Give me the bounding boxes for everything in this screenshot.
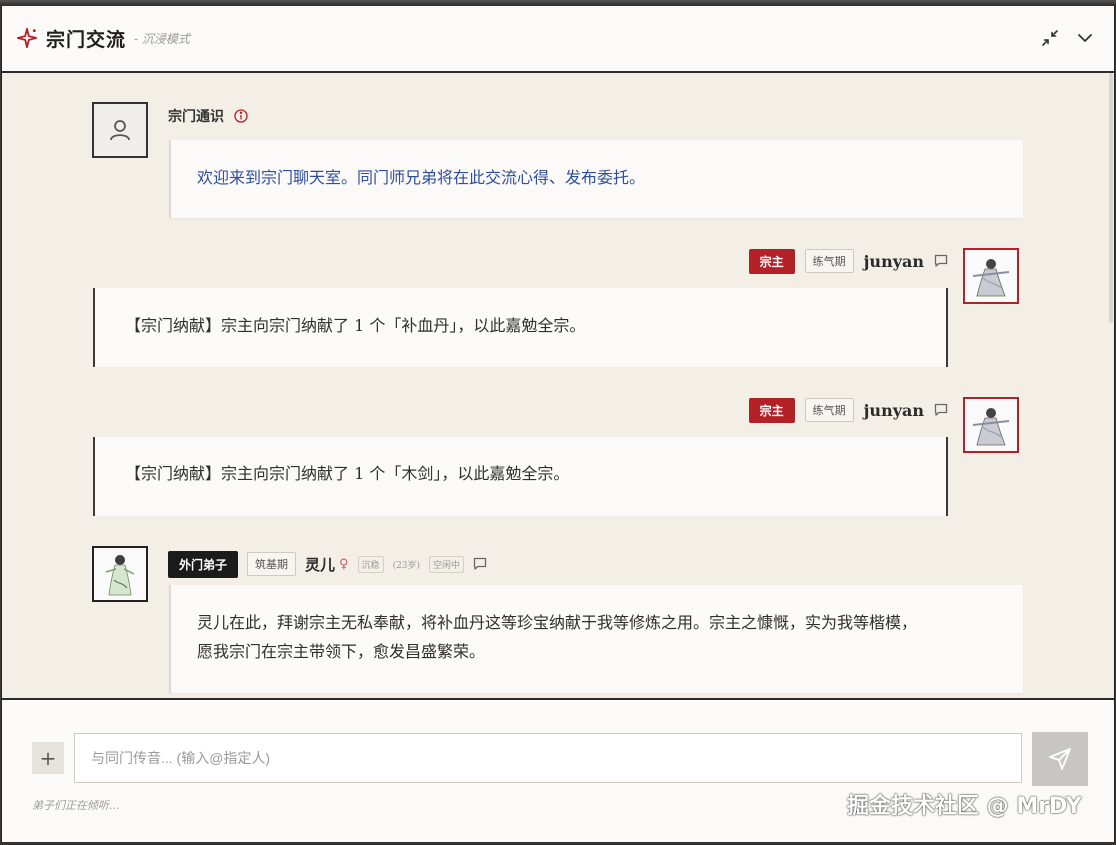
- avatar[interactable]: [963, 248, 1019, 304]
- watermark: 掘金技术社区 @ MrDY: [847, 794, 1082, 819]
- collapse-button[interactable]: [1073, 26, 1097, 50]
- username[interactable]: 灵儿: [305, 554, 335, 575]
- username[interactable]: junyan: [864, 252, 924, 271]
- plus-icon: +: [39, 746, 57, 770]
- realm-badge: 练气期: [804, 249, 854, 273]
- page-title: 宗门交流: [46, 29, 127, 51]
- send-button[interactable]: [1032, 732, 1088, 786]
- message-text: 愿我宗门在宗主带领下，愈发昌盛繁荣。: [197, 642, 486, 661]
- chevron-down-icon: [1078, 34, 1092, 42]
- username-group: 灵儿 ♀: [305, 554, 349, 575]
- scrollbar[interactable]: [1109, 73, 1113, 323]
- sparkle-icon: [16, 27, 38, 49]
- header-bar: 宗门交流 - 沉浸模式: [2, 6, 1114, 73]
- message-bubble: 灵儿在此，拜谢宗主无私奉献，将补血丹这等珍宝纳献于我等修炼之用。宗主之慷慨，实为…: [169, 585, 1023, 693]
- system-message-bubble: 欢迎来到宗门聊天室。同门师兄弟将在此交流心得、发布委托。: [169, 140, 1023, 218]
- system-message-text: 欢迎来到宗门聊天室。同门师兄弟将在此交流心得、发布委托。: [197, 168, 646, 187]
- send-icon: [1049, 748, 1071, 770]
- listening-status: 弟子们正在倾听...: [32, 799, 120, 812]
- realm-badge: 练气期: [804, 398, 854, 422]
- message-input[interactable]: [74, 733, 1022, 783]
- status-tag: 空闲中: [429, 555, 465, 573]
- comment-icon[interactable]: [934, 254, 948, 268]
- system-meta: 宗门通识: [168, 104, 248, 128]
- composer-bar: + 弟子们正在倾听... 掘金技术社区 @ MrDY: [2, 698, 1114, 844]
- role-badge: 宗主: [748, 248, 795, 274]
- minimize-button[interactable]: [1038, 26, 1062, 50]
- chat-window: 宗门交流 - 沉浸模式 宗门通识 欢迎来到宗门聊天室。同门师兄弟将在此交流心得、…: [1, 6, 1115, 844]
- message-bubble: 【宗门纳献】宗主向宗门纳献了 1 个「木剑」，以此嘉勉全宗。: [93, 437, 948, 516]
- character-portrait: [965, 399, 1017, 451]
- realm-badge: 筑基期: [247, 552, 297, 576]
- message-text: 【宗门纳献】宗主向宗门纳献了 1 个「木剑」，以此嘉勉全宗。: [125, 464, 570, 483]
- avatar[interactable]: [963, 397, 1019, 453]
- female-icon: ♀: [339, 556, 349, 572]
- comment-icon[interactable]: [473, 557, 487, 571]
- info-icon[interactable]: [234, 109, 248, 123]
- age-label: (23岁): [392, 560, 421, 571]
- mode-subtitle: - 沉浸模式: [134, 32, 190, 46]
- username[interactable]: junyan: [864, 401, 924, 420]
- message-meta: 宗主 练气期 junyan: [748, 397, 948, 423]
- message-bubble: 【宗门纳献】宗主向宗门纳献了 1 个「补血丹」，以此嘉勉全宗。: [93, 288, 948, 367]
- character-portrait: [965, 250, 1017, 302]
- user-icon: [110, 120, 130, 141]
- system-sender-name: 宗门通识: [168, 109, 224, 125]
- comment-icon[interactable]: [934, 403, 948, 417]
- system-avatar: [92, 102, 148, 158]
- message-text: 【宗门纳献】宗主向宗门纳献了 1 个「补血丹」，以此嘉勉全宗。: [125, 316, 586, 335]
- character-portrait: [94, 548, 146, 600]
- message-text: 灵儿在此，拜谢宗主无私奉献，将补血丹这等珍宝纳献于我等修炼之用。宗主之慷慨，实为…: [197, 613, 918, 632]
- minimize-icon: [1042, 30, 1058, 46]
- role-badge: 宗主: [748, 397, 795, 423]
- message-meta: 外门弟子 筑基期 灵儿 ♀ 沉稳 (23岁) 空闲中: [168, 550, 487, 578]
- role-badge: 外门弟子: [168, 550, 239, 578]
- avatar[interactable]: [92, 546, 148, 602]
- add-button[interactable]: +: [32, 742, 64, 774]
- message-list[interactable]: 宗门通识 欢迎来到宗门聊天室。同门师兄弟将在此交流心得、发布委托。 宗主 练气期…: [2, 73, 1114, 698]
- temperament-tag: 沉稳: [357, 555, 384, 573]
- message-meta: 宗主 练气期 junyan: [748, 248, 948, 274]
